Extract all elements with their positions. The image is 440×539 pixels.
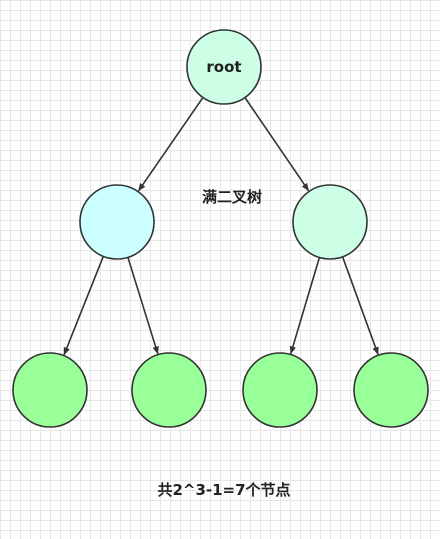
tree-node-leaf-2 [131, 352, 207, 428]
edge-root-to-left-child [137, 96, 204, 192]
tree-node-left-child [79, 184, 155, 260]
edge-right-child-to-leaf-3 [289, 257, 321, 355]
tree-diagram: root 满二叉树 共2^3-1=7个节点 [12, 29, 429, 499]
node-circle-leaf-4 [353, 352, 429, 428]
edge-left-child-to-leaf-2 [127, 257, 159, 355]
node-circle-leaf-1 [12, 352, 88, 428]
diagram-caption: 共2^3-1=7个节点 [157, 481, 290, 499]
node-circle-leaf-3 [242, 352, 318, 428]
tree-node-right-child [292, 184, 368, 260]
nodes-layer: root [12, 29, 429, 428]
diagram-title: 满二叉树 [202, 188, 262, 206]
tree-node-root: root [186, 29, 262, 105]
tree-node-leaf-1 [12, 352, 88, 428]
edge-root-to-right-child [244, 97, 310, 192]
node-circle-right-child [292, 184, 368, 260]
tree-node-leaf-4 [353, 352, 429, 428]
edge-left-child-to-leaf-1 [63, 256, 105, 356]
edge-right-child-to-leaf-4 [341, 256, 379, 356]
node-label-root: root [206, 58, 241, 76]
node-circle-left-child [79, 184, 155, 260]
tree-node-leaf-3 [242, 352, 318, 428]
node-circle-leaf-2 [131, 352, 207, 428]
